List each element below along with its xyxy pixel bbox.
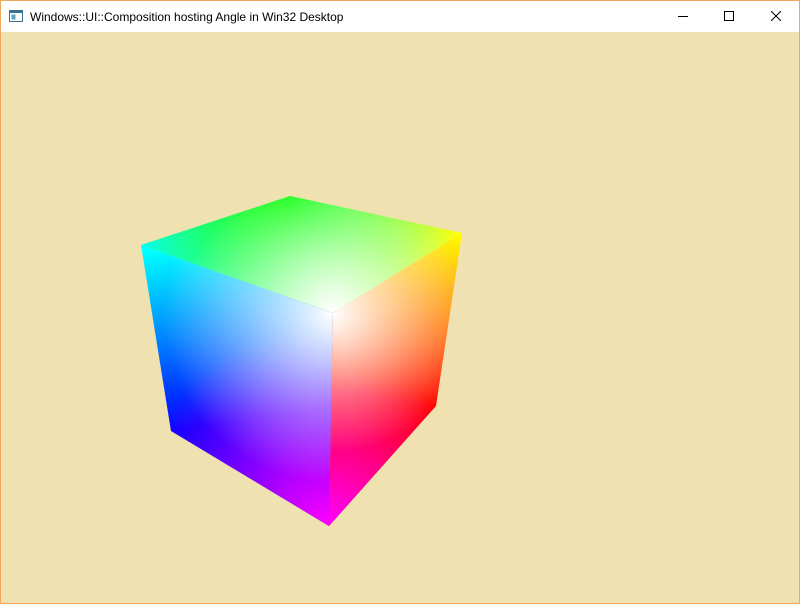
render-surface[interactable] [1,32,799,603]
close-button[interactable] [753,1,799,32]
maximize-button[interactable] [706,1,752,32]
close-icon [770,8,782,26]
title-bar[interactable]: Windows::UI::Composition hosting Angle i… [1,1,799,32]
app-window-icon[interactable] [9,9,23,22]
maximize-icon [724,8,734,26]
minimize-icon [678,8,688,26]
window-title: Windows::UI::Composition hosting Angle i… [30,10,344,24]
app-window: Windows::UI::Composition hosting Angle i… [0,0,800,604]
rgb-color-cube [141,196,462,526]
minimize-button[interactable] [660,1,706,32]
